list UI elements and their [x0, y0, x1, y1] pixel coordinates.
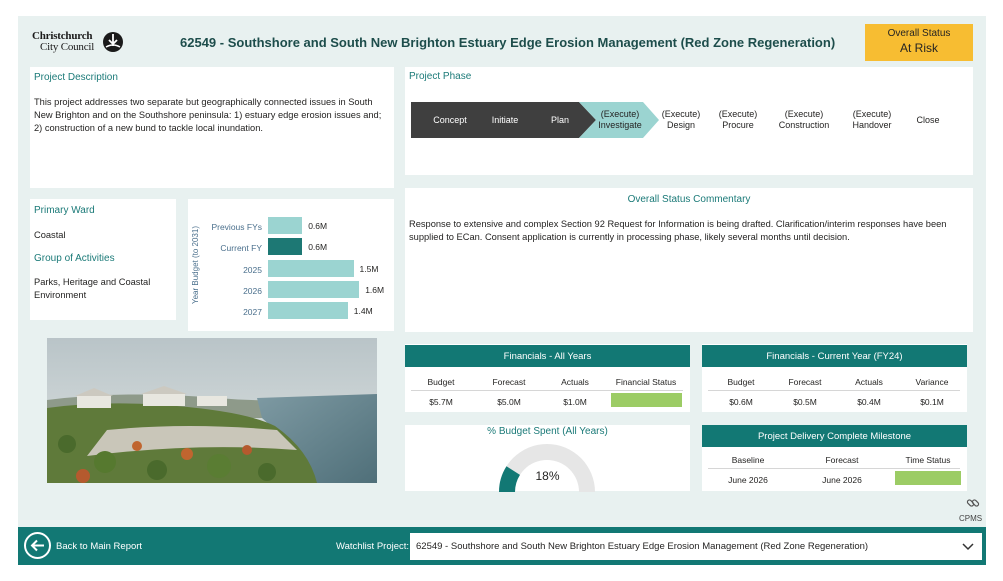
overall-status-value: At Risk — [899, 41, 938, 55]
bar-value-2026: 1.6M — [365, 285, 385, 295]
fin-cur-variance: $0.1M — [920, 397, 944, 407]
bar-value-previous-fys: 0.6M — [308, 221, 328, 231]
ward-card: Primary Ward Coastal Group of Activities… — [30, 199, 176, 320]
phase-step-close: Close — [916, 114, 940, 125]
budget-spent-value: 18% — [535, 469, 560, 483]
project-phase-title: Project Phase — [409, 71, 472, 82]
phase-step-handover: (Execute) Handover — [852, 109, 892, 130]
phase-step-construction: (Execute) Construction — [778, 109, 830, 130]
milestone-forecast: June 2026 — [822, 475, 862, 485]
bar-2025 — [268, 260, 354, 277]
project-description-text: This project addresses two separate but … — [34, 97, 382, 133]
fin-cur-actuals: $0.4M — [857, 397, 881, 407]
fin-all-status-indicator — [611, 393, 682, 407]
report-canvas: Christchurch City Council 62549 - Souths… — [18, 16, 986, 565]
bar-label-2027: 2027 — [243, 307, 262, 317]
milestone-time-status-indicator — [895, 471, 961, 485]
link-icon[interactable] — [966, 496, 980, 510]
overall-status-badge: Overall Status At Risk — [865, 24, 973, 61]
bar-value-current-fy: 0.6M — [308, 242, 328, 252]
financials-current-year-title: Financials - Current Year (FY24) — [702, 345, 967, 367]
fin-cur-header-rule — [708, 390, 960, 391]
fin-all-forecast: $5.0M — [497, 397, 521, 407]
commentary-text: Response to extensive and complex Sectio… — [409, 219, 947, 242]
milestone-baseline: June 2026 — [728, 475, 768, 485]
phase-step-procure: (Execute) Procure — [718, 109, 758, 130]
bar-label-2026: 2026 — [243, 286, 262, 296]
milestone-title: Project Delivery Complete Milestone — [702, 425, 967, 447]
year-budget-chart-card: Year Budget (to 2031) Previous FYs Curre… — [188, 199, 394, 331]
project-description-card: Project Description This project address… — [30, 67, 394, 188]
bar-label-2025: 2025 — [243, 265, 262, 275]
budget-spent-gauge — [499, 444, 595, 492]
fin-all-header-forecast: Forecast — [492, 377, 526, 387]
council-emblem-icon — [103, 32, 123, 52]
fin-cur-header-actuals: Actuals — [855, 377, 883, 387]
project-render-image — [47, 338, 377, 483]
financials-all-years-title: Financials - All Years — [405, 345, 690, 367]
phase-step-concept: Concept — [433, 114, 467, 125]
fin-cur-header-forecast: Forecast — [788, 377, 822, 387]
primary-ward-title: Primary Ward — [34, 205, 95, 216]
overall-status-label: Overall Status — [887, 28, 951, 39]
fin-all-actuals: $1.0M — [563, 397, 587, 407]
commentary-title: Overall Status Commentary — [627, 194, 751, 205]
footer-bar: Back to Main Report Watchlist Project: 6… — [18, 527, 986, 565]
bar-label-current-fy: Current FY — [220, 243, 262, 253]
phase-step-initiate: Initiate — [491, 114, 519, 125]
bar-label-previous-fys: Previous FYs — [211, 222, 262, 232]
project-description-title: Project Description — [34, 72, 118, 83]
chevron-down-icon[interactable] — [962, 542, 974, 551]
watchlist-project-selected: 62549 - Southshore and South New Brighto… — [416, 541, 869, 552]
bar-value-2027: 1.4M — [353, 306, 373, 316]
milestone-header-baseline: Baseline — [731, 455, 765, 465]
fin-all-budget: $5.7M — [429, 397, 453, 407]
commentary-card: Overall Status Commentary Response to ex… — [405, 188, 973, 332]
bar-value-2025: 1.5M — [359, 264, 379, 274]
watchlist-project-dropdown[interactable]: 62549 - Southshore and South New Brighto… — [410, 533, 982, 560]
phase-step-investigate: (Execute) Investigate — [598, 109, 642, 130]
phase-step-design: (Execute) Design — [661, 109, 701, 130]
fin-all-header-actuals: Actuals — [561, 377, 589, 387]
fin-cur-forecast: $0.5M — [793, 397, 817, 407]
fin-cur-header-budget: Budget — [727, 377, 755, 387]
group-of-activities-title: Group of Activities — [34, 253, 115, 264]
fin-all-header-status: Financial Status — [615, 377, 677, 387]
fin-cur-budget: $0.6M — [729, 397, 753, 407]
watchlist-label: Watchlist Project: — [336, 541, 410, 552]
budget-spent-title: % Budget Spent (All Years) — [487, 426, 608, 437]
bar-2027 — [268, 302, 348, 319]
primary-ward-value: Coastal — [34, 230, 66, 240]
council-logo: Christchurch City Council — [32, 30, 124, 56]
bar-current-fy — [268, 238, 303, 255]
fin-all-header-rule — [411, 390, 683, 391]
milestone-header-time-status: Time Status — [905, 455, 951, 465]
milestone-header-rule — [708, 468, 960, 469]
fin-all-header-budget: Budget — [427, 377, 455, 387]
back-to-main-report-link[interactable]: Back to Main Report — [56, 541, 142, 552]
logo-line2: City Council — [40, 41, 95, 53]
milestone-header-forecast: Forecast — [825, 455, 859, 465]
back-arrow-icon[interactable] — [24, 532, 51, 559]
bar-2026 — [268, 281, 360, 298]
bar-previous-fys — [268, 217, 303, 234]
cpms-link-label[interactable]: CPMS — [959, 514, 982, 523]
budget-spent-gauge-card: % Budget Spent (All Years) 18% — [405, 425, 690, 492]
fin-cur-header-variance: Variance — [915, 377, 949, 387]
phase-step-plan: Plan — [550, 114, 569, 125]
group-of-activities-value: Parks, Heritage and Coastal Environment — [34, 277, 151, 300]
page-title: 62549 - Southshore and South New Brighto… — [180, 35, 836, 50]
